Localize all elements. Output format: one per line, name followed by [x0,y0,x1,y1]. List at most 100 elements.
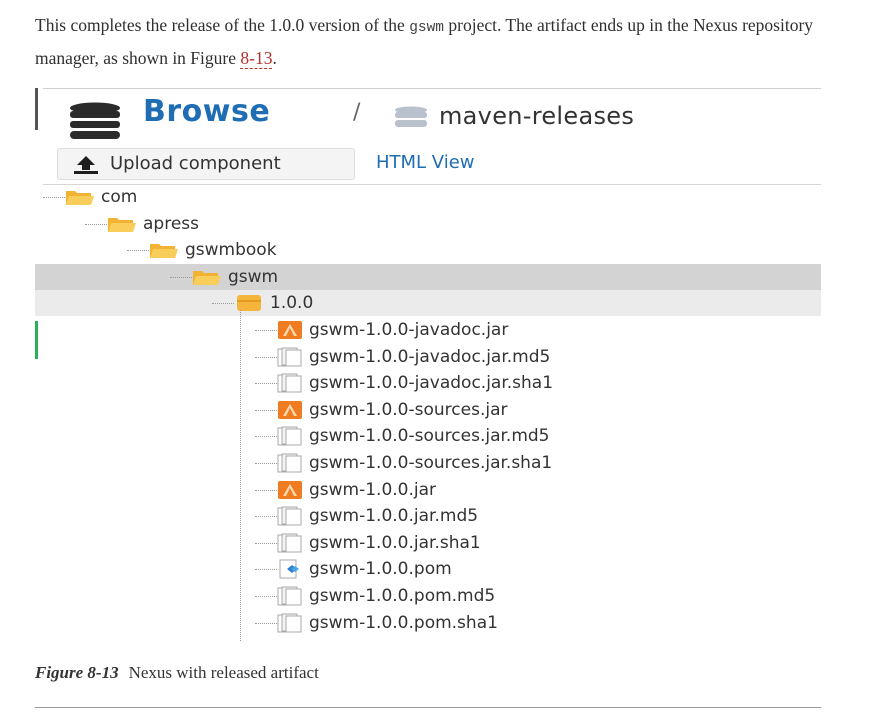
intro-paragraph: This completes the release of the 1.0.0 … [35,10,835,73]
tree-connector [170,276,192,278]
breadcrumb-separator: / [353,100,361,125]
caption-text: Nexus with released artifact [128,663,319,682]
tree-folder-row[interactable]: com [35,184,821,210]
tree-node-label: gswm-1.0.0.pom.md5 [309,586,496,606]
tree-connector [127,250,149,252]
repository-icon [393,106,429,132]
tree-node[interactable]: gswm-1.0.0-javadoc.jar.sha1 [277,370,553,396]
tree-connector [255,436,277,438]
version-icon [234,294,264,312]
left-border [35,88,38,130]
checksum-file-icon [277,533,303,553]
intro-text-3: . [272,48,277,68]
tree-file-row[interactable]: gswm-1.0.0-sources.jar [35,397,821,423]
pom-file-icon [277,559,303,579]
tree-connector [255,596,277,597]
folder-icon [65,188,95,206]
tree-connector [255,516,277,518]
tree-node[interactable]: gswmbook [149,237,277,263]
jar-file-icon [277,400,303,420]
tree-node[interactable]: gswm-1.0.0-javadoc.jar.md5 [277,344,550,370]
tree-node-label: gswm-1.0.0-sources.jar [309,399,508,420]
tree-node[interactable]: gswm-1.0.0-sources.jar [277,397,507,423]
tree-node-label: gswm-1.0.0.jar [309,479,437,500]
tree-file-row[interactable]: gswm-1.0.0.jar.md5 [35,503,821,529]
tree-connector [255,330,277,331]
tree-node[interactable]: gswm-1.0.0.jar [277,477,436,503]
tree-file-row[interactable]: gswm-1.0.0.pom.sha1 [35,610,821,636]
tree-node[interactable]: gswm-1.0.0-sources.jar.sha1 [277,450,552,476]
tree-node-label: gswm-1.0.0.pom [309,559,452,580]
tree-node-label: 1.0.0 [270,293,314,314]
tree-connector [255,383,277,385]
tree-node[interactable]: gswm [192,264,278,290]
tree-node-label: gswm-1.0.0.jar.sha1 [309,532,481,553]
tree-file-row[interactable]: gswm-1.0.0-sources.jar.sha1 [35,450,821,476]
tree-connector [255,542,277,544]
figure-caption: Figure 8-13 Nexus with released artifact [35,663,319,683]
tree-node[interactable]: apress [107,211,199,237]
tree-connector [255,409,277,411]
caption-number: Figure 8-13 [35,663,119,682]
tree-file-row[interactable]: gswm-1.0.0.pom [35,556,821,582]
tree-folder-row[interactable]: 1.0.0 [35,290,821,317]
breadcrumb-repo: maven-releases [439,102,635,130]
tree-connector [43,197,65,198]
tree-node-label: gswm [228,266,279,287]
checksum-file-icon [277,506,303,526]
tree-node[interactable]: gswm-1.0.0-javadoc.jar [277,317,508,343]
tree-node-label: gswm-1.0.0.jar.md5 [309,506,479,527]
html-view-link[interactable]: HTML View [376,152,475,173]
tree-node[interactable]: gswm-1.0.0.jar.sha1 [277,530,481,556]
tree-node[interactable]: gswm-1.0.0.pom.md5 [277,583,495,609]
breadcrumb-browse[interactable]: Browse [143,94,270,129]
intro-code: gswm [409,20,445,36]
tree-connector [255,489,277,491]
tree-file-row[interactable]: gswm-1.0.0-javadoc.jar.md5 [35,344,821,370]
tree-node[interactable]: gswm-1.0.0.pom [277,556,452,582]
checksum-file-icon [277,586,303,606]
tree-folder-row[interactable]: apress [35,211,821,237]
folder-icon [107,215,137,233]
tree-node[interactable]: com [65,184,137,210]
tree-file-row[interactable]: gswm-1.0.0.jar [35,477,821,503]
tree-node[interactable]: gswm-1.0.0.jar.md5 [277,503,478,529]
tree-node-label: apress [143,213,199,234]
tree-node-label: gswm-1.0.0-javadoc.jar [309,320,509,340]
checksum-file-icon [277,426,303,446]
tree-file-row[interactable]: gswm-1.0.0-javadoc.jar.sha1 [35,370,821,396]
upload-icon [72,155,100,179]
upload-component-button[interactable]: Upload component [57,148,355,180]
tree-file-row[interactable]: gswm-1.0.0.jar.sha1 [35,530,821,556]
checksum-file-icon [277,347,303,367]
tree-connector [255,356,277,358]
tree-connector [255,622,277,624]
checksum-file-icon [277,373,303,393]
tree-guide-line [240,310,241,641]
intro-text-1: This completes the release of the 1.0.0 … [35,15,410,35]
tree-node-label: gswmbook [185,240,277,261]
tree-connector [255,569,277,571]
tree-file-row[interactable]: gswm-1.0.0-sources.jar.md5 [35,423,821,449]
tree-connector [255,463,277,464]
folder-icon [149,241,179,259]
tree-node-label: com [101,187,138,207]
tree-file-row[interactable]: gswm-1.0.0-javadoc.jar [35,317,821,343]
folder-icon [192,268,222,286]
jar-file-icon [277,320,303,340]
checksum-file-icon [277,453,303,473]
tree-node[interactable]: 1.0.0 [234,290,313,316]
database-icon [68,102,122,146]
tree-node[interactable]: gswm-1.0.0.pom.sha1 [277,610,498,636]
tree-node[interactable]: gswm-1.0.0-sources.jar.md5 [277,423,550,449]
tree-folder-row[interactable]: gswmbook [35,237,821,263]
tree-connector [212,303,234,305]
upload-component-label: Upload component [110,153,281,174]
tree-node-label: gswm-1.0.0-sources.jar.sha1 [309,453,553,473]
nexus-screenshot: Browse / maven-releases Upload component… [35,88,821,641]
tree-folder-row[interactable]: gswm [35,263,821,290]
tree-node-label: gswm-1.0.0-sources.jar.md5 [309,426,550,447]
tree-node-label: gswm-1.0.0-javadoc.jar.sha1 [309,373,554,394]
tree-file-row[interactable]: gswm-1.0.0.pom.md5 [35,583,821,609]
figure-link[interactable]: 8-13 [240,48,273,69]
